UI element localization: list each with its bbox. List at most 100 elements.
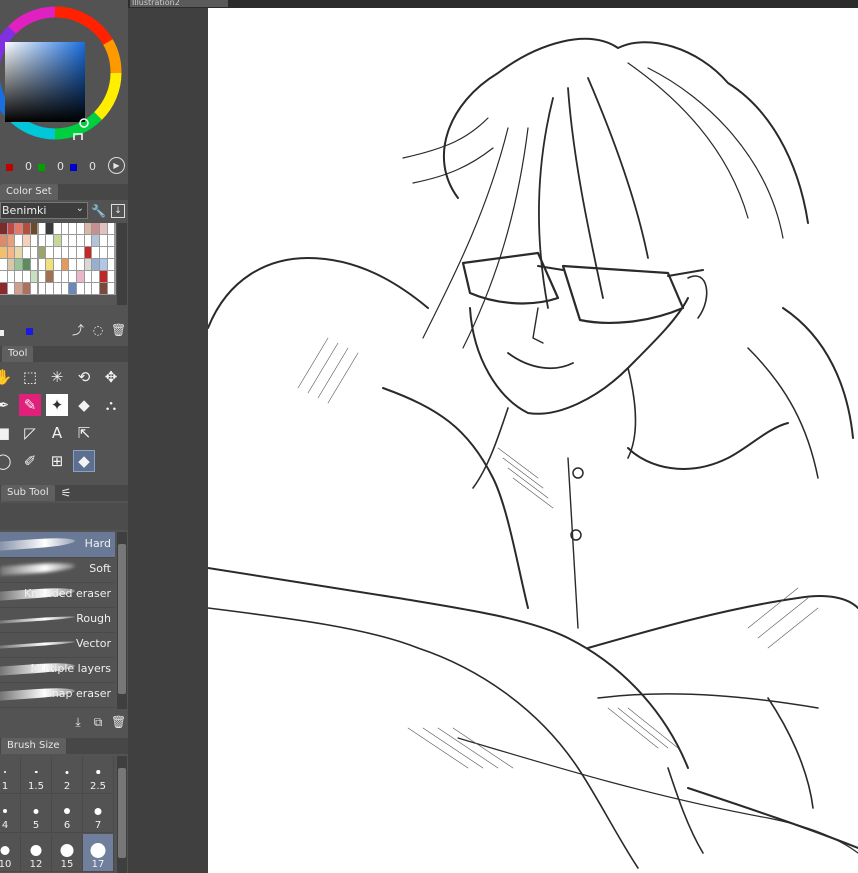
- color-swatch[interactable]: [0, 271, 7, 282]
- color-swatch[interactable]: [69, 223, 76, 234]
- color-swatch[interactable]: [69, 283, 76, 294]
- color-swatch[interactable]: [7, 223, 15, 234]
- color-swatch[interactable]: [53, 259, 61, 270]
- selection-tool-icon[interactable]: ◯: [0, 450, 14, 472]
- brush-item[interactable]: Vector: [0, 632, 115, 658]
- download-icon[interactable]: ↓: [111, 204, 125, 218]
- color-swatch[interactable]: [84, 271, 92, 282]
- color-swatch[interactable]: [15, 259, 23, 270]
- color-swatch[interactable]: [77, 283, 84, 294]
- color-swatch[interactable]: [38, 247, 46, 258]
- color-swatch[interactable]: [61, 259, 69, 270]
- operation-tool-icon[interactable]: ⬚: [19, 366, 41, 388]
- color-swatch[interactable]: [46, 223, 53, 234]
- color-swatch[interactable]: [7, 247, 15, 258]
- color-swatch[interactable]: [53, 223, 61, 234]
- tab-sub-tool[interactable]: Sub Tool: [1, 485, 55, 501]
- import-icon[interactable]: ⤓: [71, 715, 85, 729]
- move-tool-icon[interactable]: ✥: [100, 366, 122, 388]
- color-swatch[interactable]: [107, 223, 115, 234]
- color-swatch[interactable]: [30, 235, 38, 246]
- color-swatch[interactable]: [77, 235, 84, 246]
- brush-item[interactable]: Snap eraser: [0, 682, 115, 708]
- color-swatch[interactable]: [15, 283, 23, 294]
- color-swatch[interactable]: [61, 223, 69, 234]
- color-swatch[interactable]: [0, 259, 7, 270]
- brush-size-cell[interactable]: 1.5: [21, 756, 52, 794]
- bg-swatch[interactable]: [26, 328, 33, 335]
- brush-size-cell[interactable]: 4: [0, 795, 21, 833]
- color-swatch[interactable]: [61, 247, 69, 258]
- color-swatch[interactable]: [38, 271, 46, 282]
- pen-tool-icon[interactable]: ✒: [0, 394, 14, 416]
- brush-size-cell[interactable]: 15: [52, 834, 83, 872]
- color-swatch[interactable]: [23, 235, 30, 246]
- color-swatch[interactable]: [46, 271, 53, 282]
- color-swatch[interactable]: [92, 223, 100, 234]
- color-swatch[interactable]: [53, 271, 61, 282]
- color-swatch[interactable]: [38, 259, 46, 270]
- color-swatch[interactable]: [84, 223, 92, 234]
- brush-item[interactable]: Kneaded eraser: [0, 582, 115, 608]
- color-swatch[interactable]: [15, 247, 23, 258]
- tab-tool[interactable]: Tool: [2, 346, 34, 362]
- color-swatch[interactable]: [46, 259, 53, 270]
- sub-tool-scrollbar[interactable]: [117, 532, 127, 709]
- color-swatch[interactable]: [46, 247, 53, 258]
- fg-swatch[interactable]: [0, 330, 4, 336]
- figure-tool-icon[interactable]: ■: [0, 422, 14, 444]
- brush-size-cell[interactable]: 2: [52, 756, 83, 794]
- fill-tool-icon[interactable]: ◆: [73, 394, 95, 416]
- brush-size-cell[interactable]: 17: [83, 834, 114, 872]
- color-swatch[interactable]: [100, 271, 107, 282]
- color-swatch[interactable]: [92, 247, 100, 258]
- color-swatch[interactable]: [100, 223, 107, 234]
- brush-item[interactable]: Hard: [0, 532, 115, 558]
- color-swatch[interactable]: [0, 235, 7, 246]
- color-swatch[interactable]: [23, 283, 30, 294]
- color-swatch[interactable]: [107, 259, 115, 270]
- color-swatch[interactable]: [53, 235, 61, 246]
- brush-size-cell[interactable]: 2.5: [83, 756, 114, 794]
- color-swatch[interactable]: [69, 259, 76, 270]
- lasso-tool-icon[interactable]: ⟲: [73, 366, 95, 388]
- color-swatch[interactable]: [30, 259, 38, 270]
- trash-icon[interactable]: 🗑: [111, 715, 126, 729]
- frame-border-tool-icon[interactable]: ◸: [19, 422, 41, 444]
- brush-tool-icon[interactable]: ✎: [19, 394, 41, 416]
- hand-tool-icon[interactable]: ✋: [0, 366, 14, 388]
- color-swatch[interactable]: [46, 283, 53, 294]
- color-swatch[interactable]: [23, 259, 30, 270]
- color-swatch[interactable]: [92, 259, 100, 270]
- color-swatch[interactable]: [77, 223, 84, 234]
- brush-item[interactable]: Rough: [0, 607, 115, 633]
- color-swatch[interactable]: [84, 235, 92, 246]
- color-swatch[interactable]: [0, 247, 7, 258]
- color-swatch[interactable]: [92, 235, 100, 246]
- tab-brush-size[interactable]: Brush Size: [1, 738, 66, 754]
- tab-color-set[interactable]: Color Set: [0, 184, 58, 200]
- color-swatch[interactable]: [61, 271, 69, 282]
- duplicate-icon[interactable]: ⧉: [91, 715, 105, 729]
- color-swatch[interactable]: [61, 235, 69, 246]
- color-swatch[interactable]: [23, 223, 30, 234]
- color-swatch[interactable]: [38, 283, 46, 294]
- color-swatch[interactable]: [100, 235, 107, 246]
- brush-size-cell[interactable]: 6: [52, 795, 83, 833]
- color-swatch[interactable]: [107, 283, 115, 294]
- brush-size-scrollbar[interactable]: [117, 756, 127, 873]
- color-swatch[interactable]: [38, 223, 46, 234]
- color-swatch[interactable]: [69, 271, 76, 282]
- color-swatch[interactable]: [30, 247, 38, 258]
- color-swatch[interactable]: [84, 283, 92, 294]
- color-swatch[interactable]: [7, 271, 15, 282]
- text-tool-icon[interactable]: A: [46, 422, 68, 444]
- decoration-tool-icon[interactable]: ✦: [46, 394, 68, 416]
- brush-item[interactable]: Multiple layers: [0, 657, 115, 683]
- color-swatch[interactable]: [84, 247, 92, 258]
- ruler-tool-icon[interactable]: ⊞: [46, 450, 68, 472]
- color-swatch[interactable]: [69, 235, 76, 246]
- color-swatch[interactable]: [7, 259, 15, 270]
- sub-tool-settings-icon[interactable]: ⚟: [55, 486, 77, 500]
- color-swatch[interactable]: [107, 247, 115, 258]
